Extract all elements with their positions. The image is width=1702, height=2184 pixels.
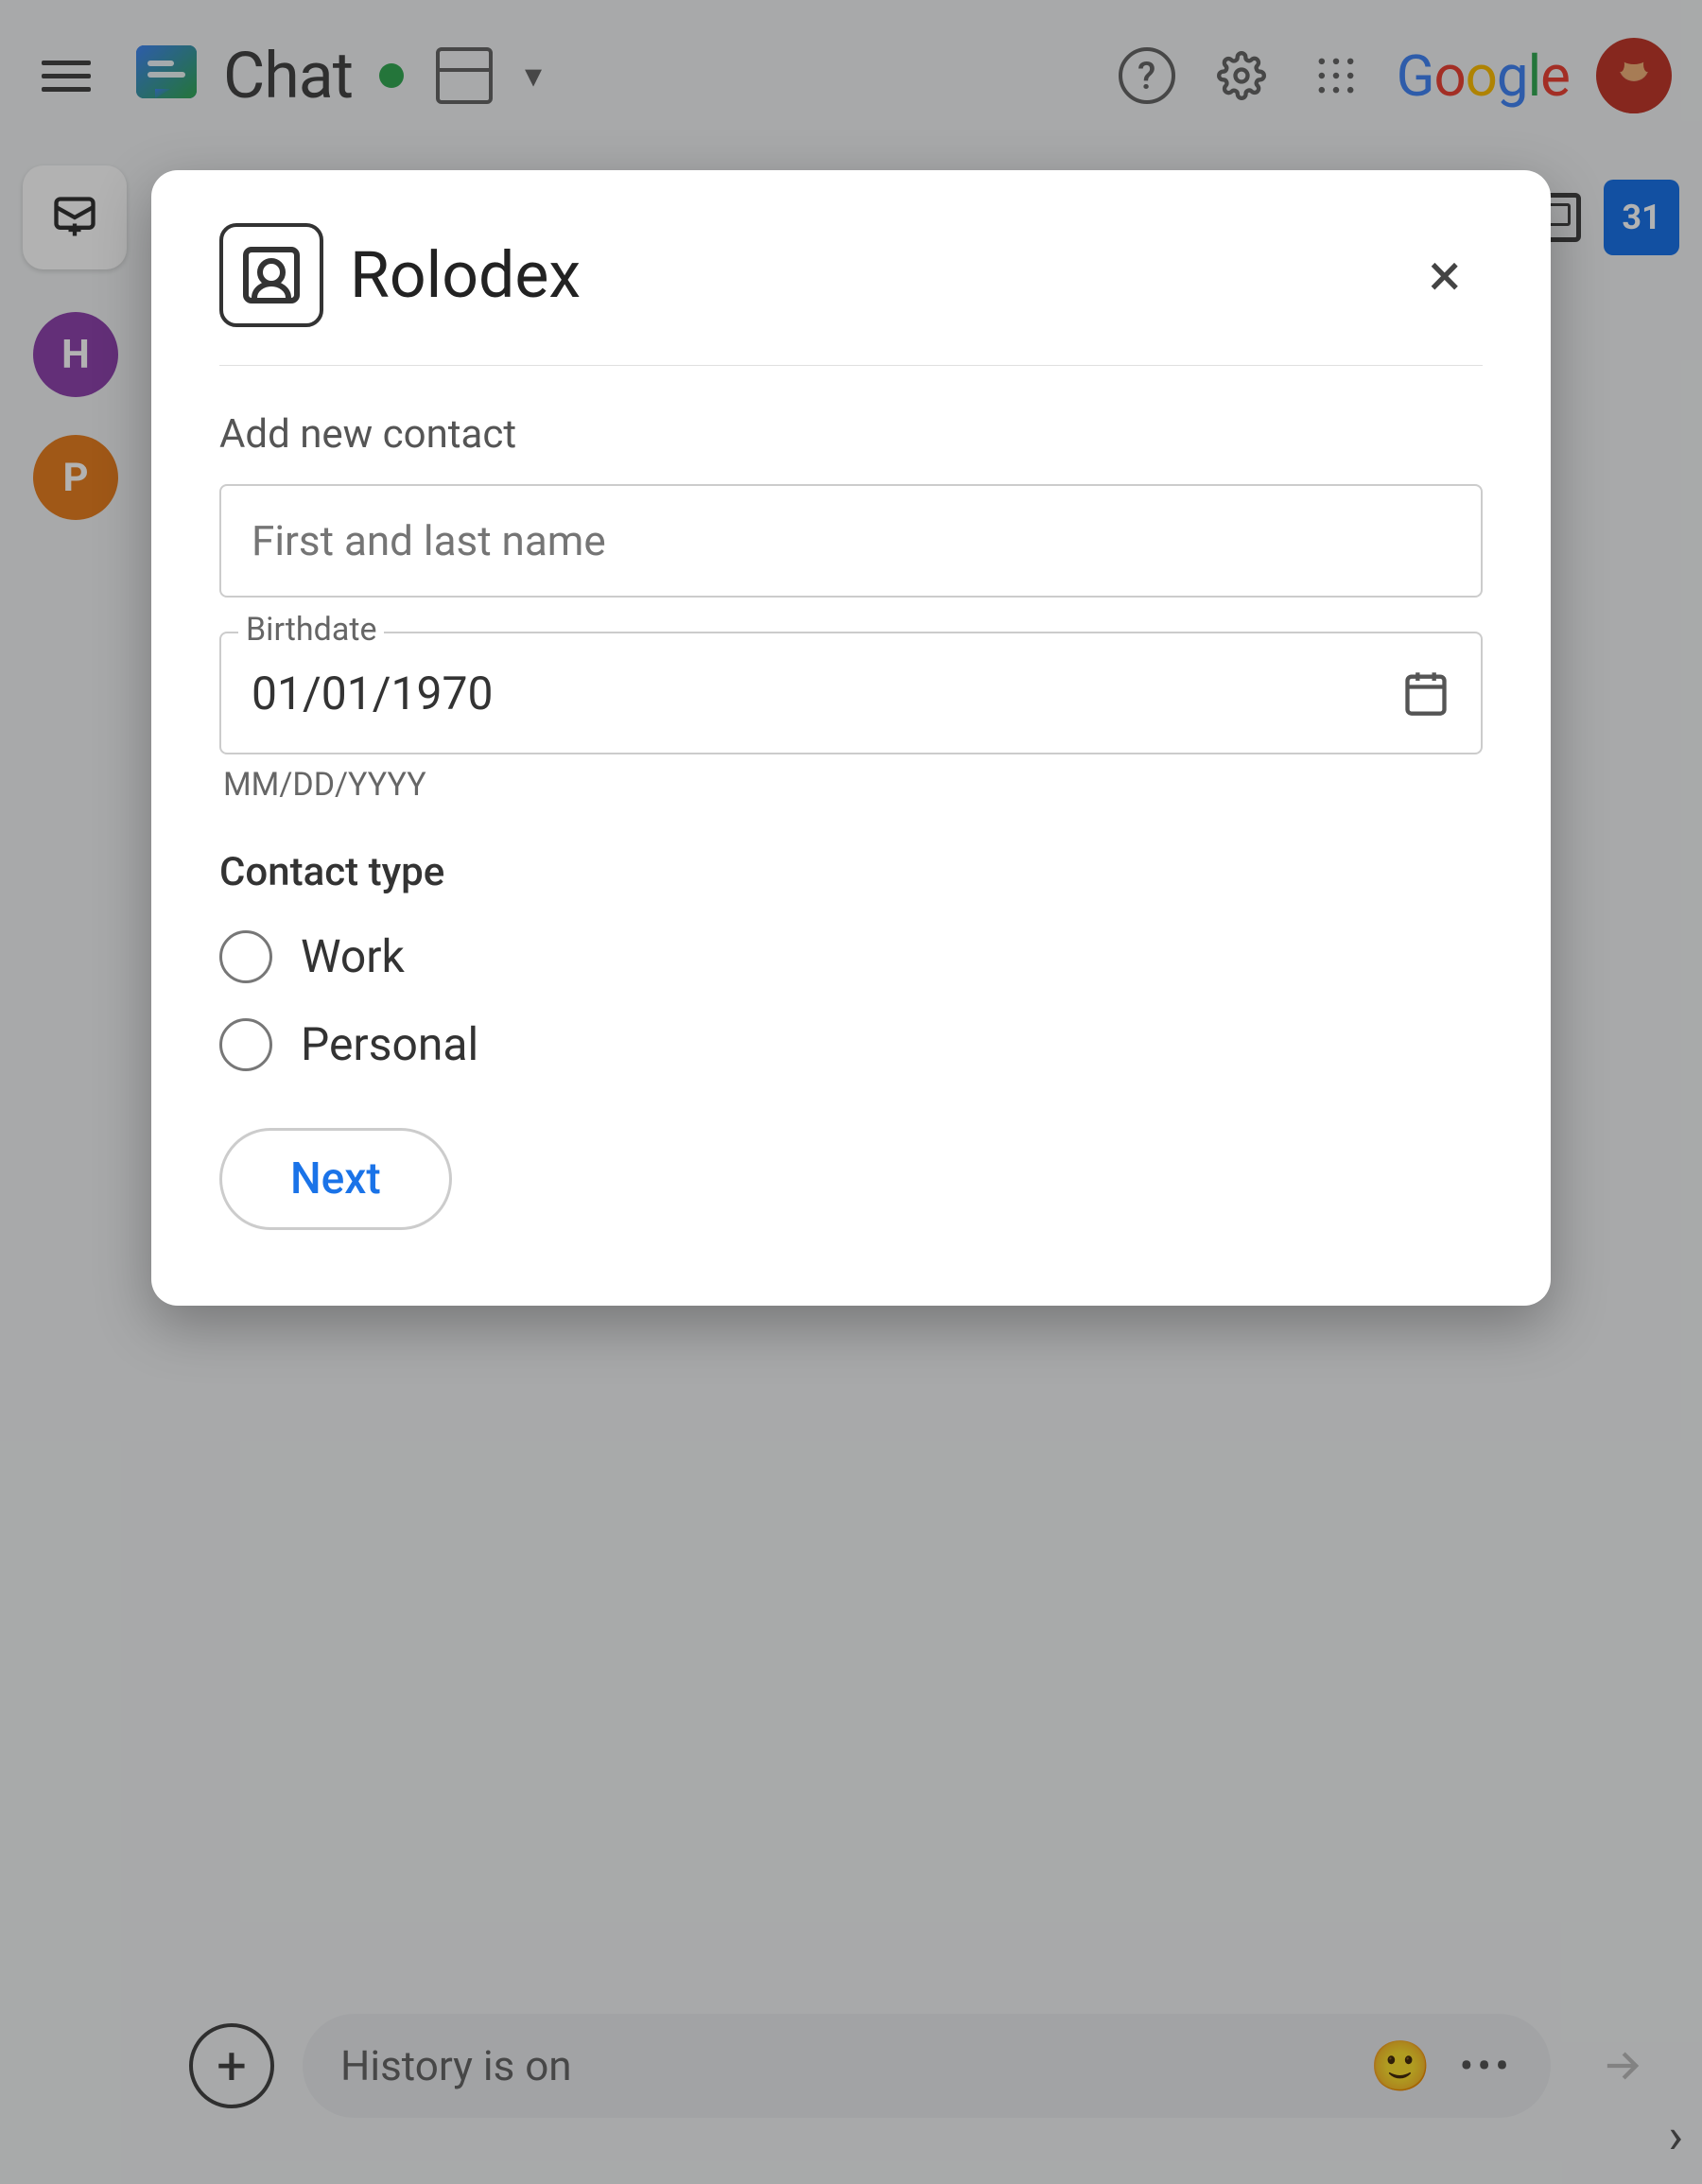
birthdate-input[interactable]: 01/01/1970: [219, 632, 1483, 754]
rolodex-modal: Rolodex × Add new contact Birthdate 01/0…: [151, 170, 1551, 1306]
radio-work[interactable]: Work: [219, 929, 1483, 983]
modal-app-icon: [219, 223, 323, 327]
name-input[interactable]: [219, 484, 1483, 598]
modal-title-group: Rolodex: [219, 223, 581, 327]
next-button[interactable]: Next: [219, 1128, 452, 1230]
radio-work-circle: [219, 930, 272, 983]
modal-title: Rolodex: [350, 237, 581, 313]
radio-personal-label: Personal: [301, 1017, 478, 1071]
radio-personal-circle: [219, 1018, 272, 1071]
contact-type-radio-group: Work Personal: [219, 929, 1483, 1071]
birthdate-label: Birthdate: [238, 611, 384, 649]
calendar-icon: [1401, 668, 1450, 718]
contact-type-label: Contact type: [219, 849, 1483, 895]
add-contact-section-label: Add new contact: [219, 411, 1483, 458]
modal-header: Rolodex ×: [219, 223, 1483, 366]
radio-work-label: Work: [301, 929, 405, 983]
date-format-hint: MM/DD/YYYY: [219, 766, 1483, 804]
modal-close-button[interactable]: ×: [1407, 237, 1483, 313]
modal-overlay: Rolodex × Add new contact Birthdate 01/0…: [0, 0, 1702, 2184]
birthdate-value: 01/01/1970: [252, 667, 493, 720]
radio-personal[interactable]: Personal: [219, 1017, 1483, 1071]
birthdate-field-wrapper: Birthdate 01/01/1970: [219, 632, 1483, 754]
